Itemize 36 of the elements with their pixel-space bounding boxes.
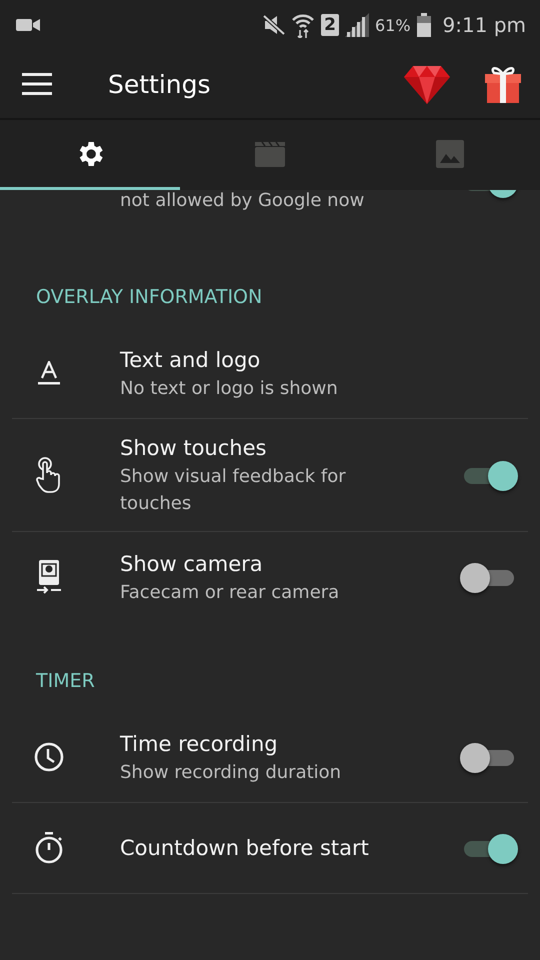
battery-icon bbox=[416, 13, 431, 37]
stopwatch-icon bbox=[34, 832, 64, 864]
battery-percent: 61% bbox=[374, 16, 411, 34]
setting-row[interactable]: Show camera Facecam or rear camera bbox=[0, 532, 540, 622]
signal-icon bbox=[344, 13, 369, 37]
gem-icon[interactable] bbox=[404, 64, 450, 104]
clock-icon bbox=[34, 742, 64, 772]
setting-description: Facecam or rear camera bbox=[120, 580, 340, 604]
setting-row[interactable]: Countdown before start bbox=[0, 803, 540, 893]
portrait-camera-icon bbox=[36, 560, 60, 594]
setting-description: Show recording duration bbox=[120, 760, 342, 784]
setting-row[interactable]: Text and logo No text or logo is shown bbox=[0, 328, 540, 418]
image-icon bbox=[435, 138, 465, 168]
gift-icon[interactable] bbox=[484, 65, 522, 103]
sim-badge: 2 bbox=[321, 14, 339, 36]
video-camera-icon bbox=[16, 18, 40, 32]
touch-hand-icon bbox=[34, 457, 62, 493]
setting-row[interactable]: Time recording Show recording duration bbox=[0, 712, 540, 802]
setting-row[interactable]: Show touches Show visual feedback for touches bbox=[0, 419, 540, 531]
text-format-icon bbox=[38, 361, 60, 385]
clapperboard-icon bbox=[254, 140, 286, 166]
setting-title: Show camera bbox=[120, 550, 264, 578]
menu-icon[interactable] bbox=[22, 73, 52, 95]
muted-speaker-icon bbox=[263, 15, 286, 35]
screen-title: Settings bbox=[108, 70, 212, 98]
section-header: TIMER bbox=[35, 669, 96, 694]
setting-title: Time recording bbox=[120, 730, 279, 758]
setting-title: Show touches bbox=[120, 435, 268, 462]
section-header: OVERLAY INFORMATION bbox=[35, 285, 264, 310]
setting-title: Countdown before start bbox=[120, 835, 370, 862]
wifi-icon bbox=[291, 12, 316, 38]
setting-description: Show visual feedback for touches bbox=[120, 465, 347, 516]
setting-title: Text and logo bbox=[120, 346, 262, 374]
setting-description: not allowed by Google now bbox=[120, 190, 366, 213]
setting-description: No text or logo is shown bbox=[120, 376, 339, 400]
clock-time: 9:11 pm bbox=[442, 13, 526, 37]
